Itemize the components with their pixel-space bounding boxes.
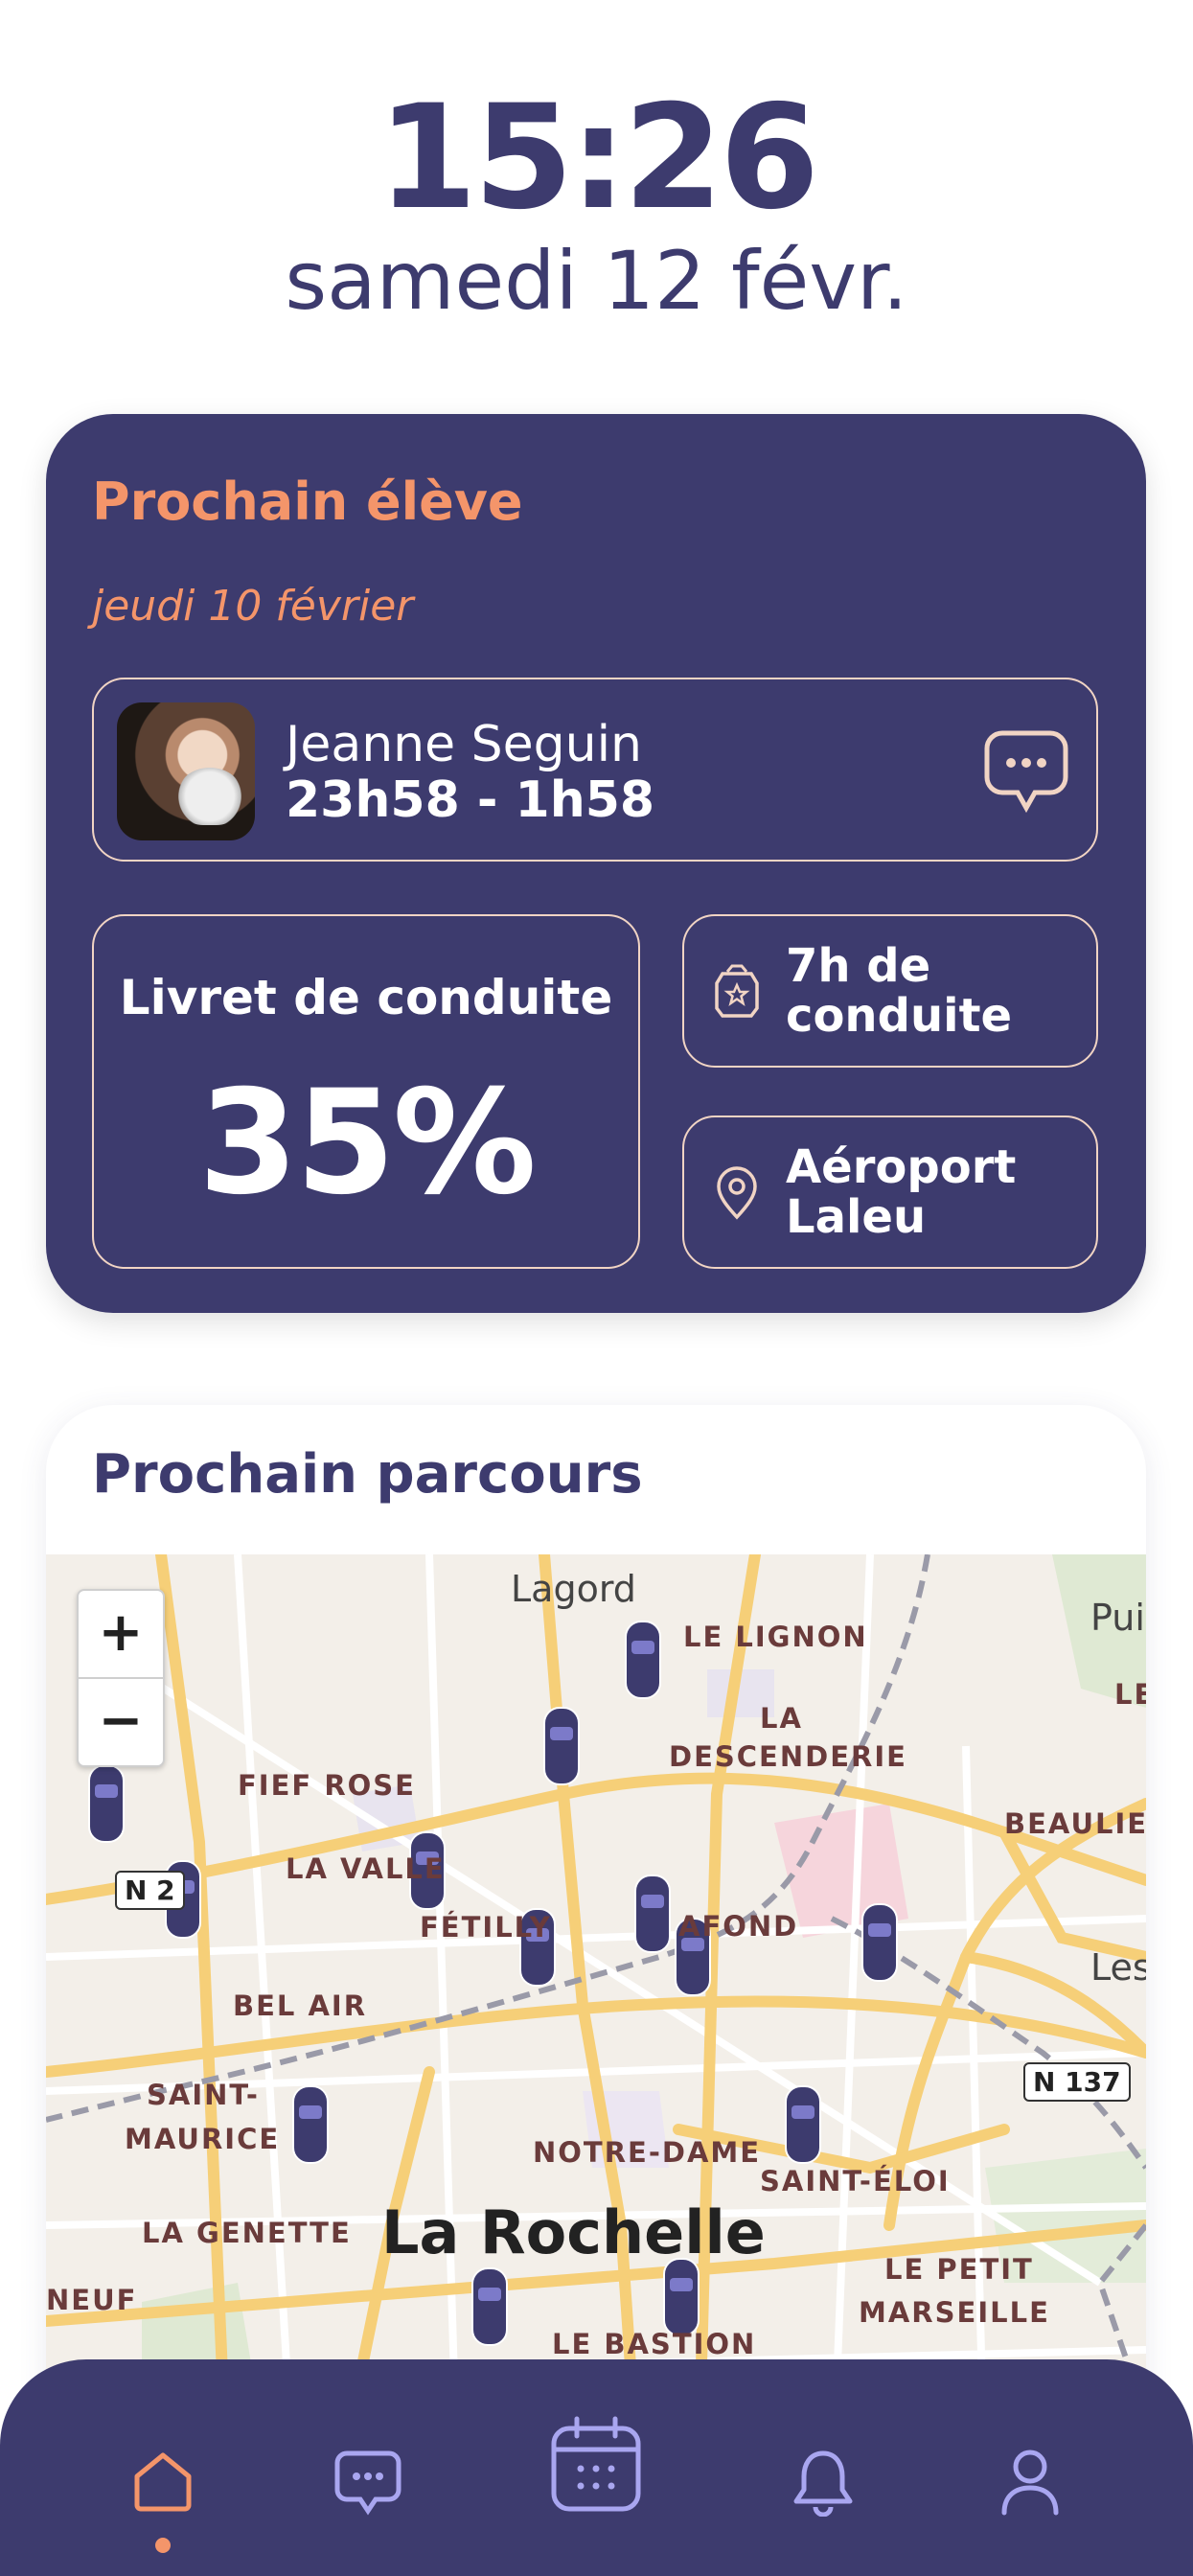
livret-progress-value: 35% [197, 1060, 537, 1227]
map-label: NOTRE-DAME [533, 2136, 762, 2169]
tab-notifications[interactable] [756, 2359, 890, 2576]
route-title: Prochain parcours [92, 1443, 643, 1506]
card-title: Prochain élève [92, 472, 523, 532]
student-name: Jeanne Seguin [286, 716, 642, 773]
map-label: BEAULIEU [1004, 1807, 1146, 1840]
active-tab-indicator [155, 2538, 171, 2553]
map-zoom-control: + − [77, 1589, 165, 1767]
map-label: FIEF ROSE [238, 1769, 416, 1802]
map-label: LE PETIT [884, 2253, 1034, 2286]
tab-profile[interactable] [963, 2359, 1097, 2576]
bottom-tab-bar [0, 2359, 1193, 2576]
map-label: BEL AIR [233, 1990, 368, 2022]
map-label: LA [760, 1702, 803, 1735]
livret-label: Livret de conduite [119, 970, 613, 1025]
zoom-in-button[interactable]: + [79, 1591, 163, 1679]
map-label: AFOND [678, 1910, 799, 1943]
map-label: LA VALLE [286, 1852, 446, 1885]
tab-home[interactable] [96, 2359, 230, 2576]
map-label: LA GENETTE [142, 2217, 352, 2249]
profile-icon [1001, 2450, 1059, 2516]
badge-icon [715, 964, 759, 1018]
notifications-icon [793, 2450, 853, 2517]
next-route-card: Prochain parcours + − Lagord LE LIGNON P… [46, 1405, 1146, 2507]
road-badge: N 2 [115, 1871, 185, 1910]
driving-hours-box[interactable]: 7h de conduite [682, 914, 1098, 1068]
map-label: FÉTILLY [420, 1911, 552, 1944]
lesson-date: jeudi 10 février [92, 582, 414, 631]
map-label: LE LIGNON [683, 1621, 868, 1653]
location-pin-icon [717, 1166, 757, 1220]
next-student-card: Prochain élève jeudi 10 février Jeanne S… [46, 414, 1146, 1313]
map-label: SAINT- [147, 2079, 260, 2111]
clock-date: samedi 12 févr. [285, 234, 908, 328]
messages-icon [334, 2450, 401, 2516]
tab-calendar[interactable] [529, 2359, 663, 2576]
map-label: La Rochelle [381, 2197, 766, 2267]
map-label: MARSEILLE [859, 2296, 1050, 2329]
map-label: Lagord [511, 1568, 636, 1610]
home-icon [134, 2452, 192, 2512]
student-row[interactable]: Jeanne Seguin 23h58 - 1h58 [92, 678, 1098, 862]
location-box[interactable]: Aéroport Laleu [682, 1116, 1098, 1269]
map-label: NEUF [46, 2284, 138, 2316]
clock-time: 15:26 [377, 75, 819, 242]
calendar-icon [551, 2416, 641, 2512]
map-label: SAINT-ÉLOI [760, 2165, 951, 2197]
map-label: LE [1114, 1678, 1146, 1711]
driving-hours-label: 7h de conduite [786, 939, 1013, 1043]
map-label: MAURICE [125, 2123, 281, 2155]
avatar [117, 702, 255, 840]
map-label: Les [1090, 1946, 1146, 1989]
lesson-time-range: 23h58 - 1h58 [286, 771, 655, 829]
road-badge: N 137 [1023, 2062, 1131, 2102]
zoom-out-button[interactable]: − [79, 1679, 163, 1765]
chat-bubble-icon[interactable] [983, 727, 1069, 816]
map-label: DESCENDERIE [669, 1740, 907, 1773]
location-label: Aéroport Laleu [786, 1140, 1017, 1244]
map-label: LE BASTION [552, 2328, 757, 2360]
map-label: Pui [1090, 1597, 1145, 1639]
livret-progress-box[interactable]: Livret de conduite 35% [92, 914, 640, 1269]
tab-messages[interactable] [301, 2359, 435, 2576]
